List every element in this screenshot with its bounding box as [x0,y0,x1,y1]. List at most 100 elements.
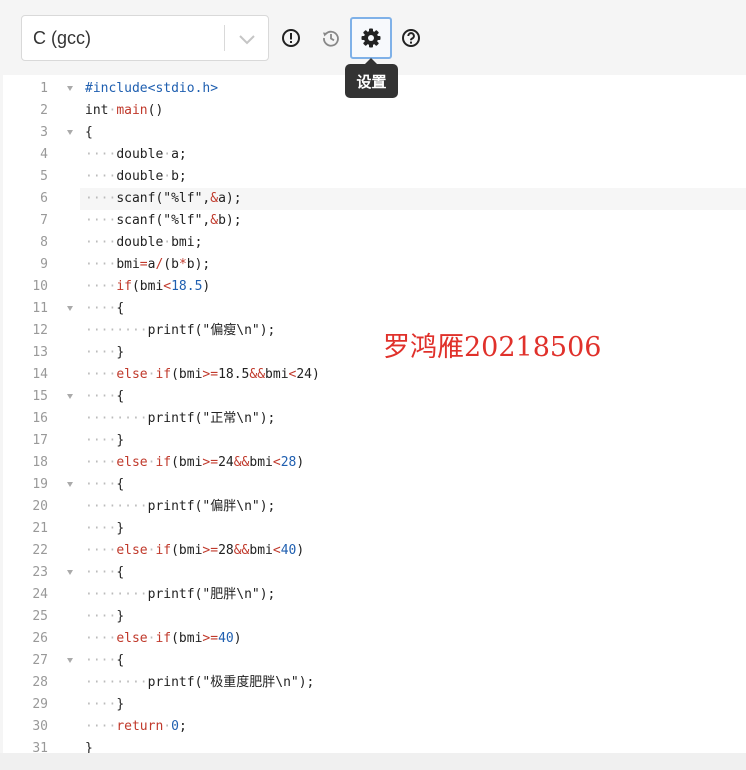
code-token: bmi [265,367,289,382]
code-text: #include<stdio.h> [85,78,218,100]
fold-toggle-icon[interactable] [67,306,73,311]
settings-button[interactable] [350,17,392,59]
code-line[interactable]: 30 ····return·0; [3,716,746,738]
code-text: ····} [85,342,124,364]
code-line[interactable]: 15 ····{ [3,386,746,408]
code-text: ····double·bmi; [85,232,202,254]
code-token: ) [296,543,305,558]
code-token: >= [202,367,219,382]
code-line[interactable]: 20 ········printf("偏胖\n"); [3,496,746,518]
line-number: 24 [32,587,48,602]
code-token: if [155,455,172,470]
code-line[interactable]: 6 ····scanf("%lf",&a); [3,188,746,210]
code-text: ····} [85,518,124,540]
history-icon [323,30,339,47]
indent-guide: ···· [85,521,117,536]
code-token: { [85,125,93,140]
code-token: b); [218,213,242,228]
code-line[interactable]: 10 ····if(bmi<18.5) [3,276,746,298]
indent-guide: ···· [85,191,117,206]
code-line[interactable]: 23 ····{ [3,562,746,584]
indent-guide: ···· [85,543,117,558]
info-button[interactable] [273,18,309,58]
code-token: printf("极重度肥胖\n"); [147,675,315,690]
gear-icon [361,28,381,48]
fold-toggle-icon[interactable] [67,86,73,91]
fold-toggle-icon[interactable] [67,130,73,135]
line-number: 6 [40,191,48,206]
code-line[interactable]: 5 ····double·b; [3,166,746,188]
code-line[interactable]: 21 ····} [3,518,746,540]
code-line[interactable]: 18 ····else·if(bmi>=24&&bmi<28) [3,452,746,474]
code-line[interactable]: 11 ····{ [3,298,746,320]
editor-bottom-bar [0,753,746,770]
code-token: (bmi [171,543,203,558]
code-line[interactable]: 19 ····{ [3,474,746,496]
code-token: printf("正常\n"); [147,411,276,426]
code-line[interactable]: 16 ········printf("正常\n"); [3,408,746,430]
code-line[interactable]: 25 ····} [3,606,746,628]
code-token: if [116,279,132,294]
line-number: 30 [32,719,48,734]
indent-guide: ···· [85,719,117,734]
indent-guide: ···· [85,565,117,580]
code-text: ········printf("偏胖\n"); [85,496,275,518]
line-number: 3 [40,125,48,140]
code-line[interactable]: 12 ········printf("偏瘦\n"); [3,320,746,342]
code-line[interactable]: 31} [3,738,746,753]
code-token: scanf("%lf", [116,213,211,228]
code-token: #include<stdio.h> [85,81,219,96]
code-text: ····return·0; [85,716,187,738]
code-token: return [116,719,164,734]
fold-toggle-icon[interactable] [67,570,73,575]
code-line[interactable]: 14 ····else·if(bmi>=18.5&&bmi<24) [3,364,746,386]
code-line[interactable]: 3{ [3,122,746,144]
code-line[interactable]: 28 ········printf("极重度肥胖\n"); [3,672,746,694]
indent-guide: ···· [85,367,117,382]
code-text: ····} [85,606,124,628]
code-line[interactable]: 2 int·main() [3,100,746,122]
code-line[interactable]: 7 ····scanf("%lf",&b); [3,210,746,232]
code-text: ····scanf("%lf",&b); [85,210,242,232]
code-line[interactable]: 27 ····{ [3,650,746,672]
history-button[interactable] [313,18,349,58]
code-line[interactable]: 17 ····} [3,430,746,452]
indent-guide: ········ [85,587,148,602]
code-text: ····{ [85,474,124,496]
indent-guide: ···· [85,147,117,162]
code-token: (b [163,257,179,272]
code-text: ········printf("极重度肥胖\n"); [85,672,314,694]
help-icon [402,29,420,47]
line-number: 22 [32,543,48,558]
fold-toggle-icon[interactable] [67,394,73,399]
code-line[interactable]: 13 ····} [3,342,746,364]
code-line[interactable]: 22 ····else·if(bmi>=28&&bmi<40) [3,540,746,562]
code-line[interactable]: 9 ····bmi=a/(b*b); [3,254,746,276]
code-text: ····double·b; [85,166,187,188]
indent-guide: ········ [85,323,148,338]
code-token: ) [233,631,242,646]
line-number: 15 [32,389,48,404]
line-number: 17 [32,433,48,448]
code-line[interactable]: 29 ····} [3,694,746,716]
code-token: { [116,565,125,580]
code-line[interactable]: 24 ········printf("肥胖\n"); [3,584,746,606]
code-text: ····{ [85,562,124,584]
code-token: 40 [280,543,297,558]
code-token: double [116,147,164,162]
code-line[interactable]: 26 ····else·if(bmi>=40) [3,628,746,650]
select-divider [224,25,225,51]
line-number: 11 [32,301,48,316]
code-token: scanf("%lf", [116,191,211,206]
fold-toggle-icon[interactable] [67,658,73,663]
fold-toggle-icon[interactable] [67,482,73,487]
code-line[interactable]: 4 ····double·a; [3,144,746,166]
code-editor[interactable]: 1 #include<stdio.h> 2 int·main() 3{4 ····doub… [3,75,746,753]
line-number: 20 [32,499,48,514]
code-line[interactable]: 8 ····double·bmi; [3,232,746,254]
code-token: else [116,367,148,382]
language-select[interactable]: C (gcc) [21,15,269,61]
line-number: 26 [32,631,48,646]
help-button[interactable] [393,18,429,58]
code-token: main [116,103,148,118]
